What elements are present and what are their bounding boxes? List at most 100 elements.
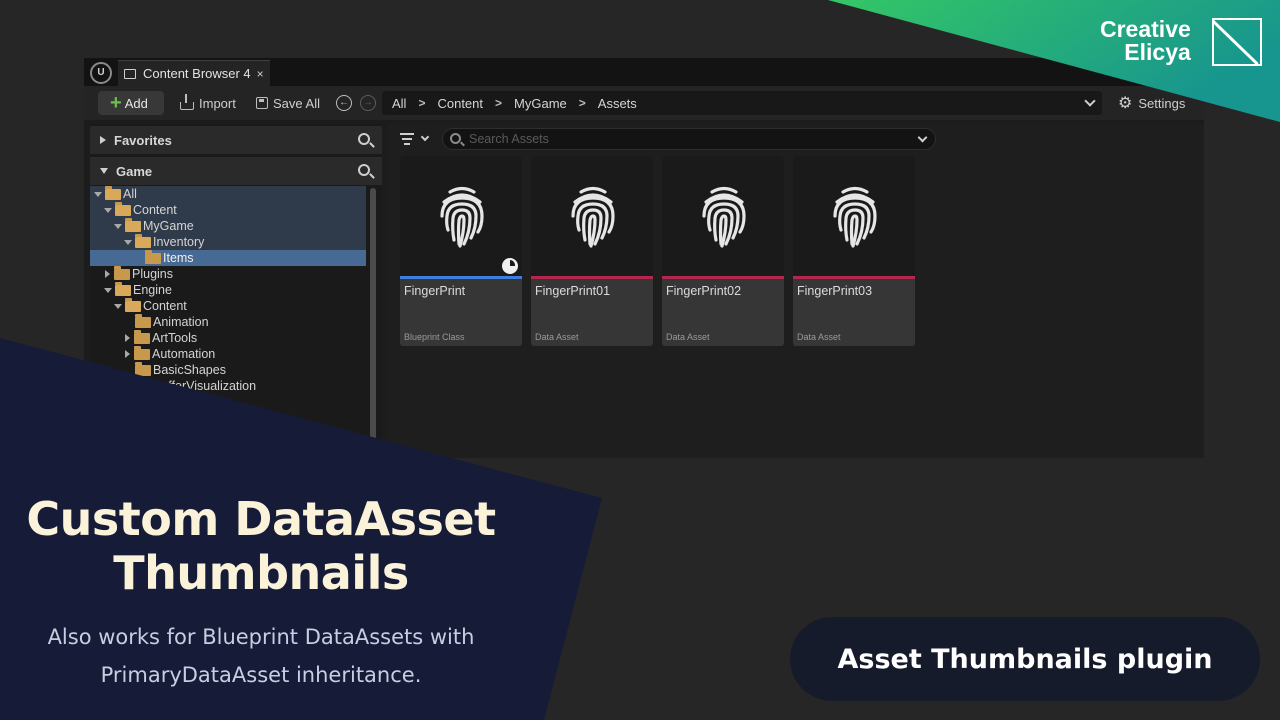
tab-content-browser[interactable]: Content Browser 4 × <box>118 60 270 86</box>
folder-open-icon <box>135 233 151 248</box>
gear-icon: ⚙ <box>1118 95 1133 112</box>
tree-item[interactable]: Automation <box>90 345 366 362</box>
tree-item-label: Inventory <box>153 235 205 249</box>
tree-item[interactable]: BasicShapes <box>90 361 366 378</box>
chevron-down-icon <box>420 132 430 142</box>
asset-card[interactable]: FingerPrint03 Data Asset <box>793 156 915 346</box>
folder-open-icon <box>125 297 141 312</box>
asset-card[interactable]: FingerPrint02 Data Asset <box>662 156 784 346</box>
tree-item-label: BasicShapes <box>153 363 226 377</box>
asset-type: Blueprint Class <box>404 332 465 342</box>
caret-right-icon[interactable] <box>125 350 130 358</box>
tree-item[interactable]: Content <box>90 297 366 314</box>
caret-right-icon[interactable] <box>105 270 110 278</box>
caret-right-icon[interactable] <box>125 334 130 342</box>
folder-icon <box>135 377 151 392</box>
tree-item[interactable]: ArtTools <box>90 329 366 346</box>
favorites-header[interactable]: Favorites <box>90 126 382 154</box>
caret-down-icon[interactable] <box>124 239 132 245</box>
settings-label: Settings <box>1138 95 1186 111</box>
asset-name: FingerPrint03 <box>797 284 873 298</box>
filter-icon <box>400 133 414 135</box>
brand-mark-icon <box>1212 18 1262 66</box>
tree-item-label: All <box>123 187 137 201</box>
filter-icon <box>404 143 410 145</box>
brand-line-1: Creative <box>1100 16 1191 42</box>
tree-item[interactable]: Items <box>90 249 366 266</box>
search-input[interactable] <box>469 132 889 146</box>
game-header[interactable]: Game <box>90 157 382 185</box>
folder-icon <box>134 345 150 360</box>
back-arrow-icon[interactable]: ← <box>336 95 352 111</box>
tree-item-label: Engine <box>133 283 172 297</box>
tree-item[interactable]: BufferVisualization <box>90 377 366 394</box>
tree-item-label: Plugins <box>132 267 173 281</box>
fingerprint-icon <box>440 186 484 248</box>
fingerprint-icon <box>702 186 746 248</box>
save-all-button[interactable]: Save All <box>256 91 320 115</box>
caret-down-icon[interactable] <box>104 287 112 293</box>
tree-item[interactable]: Content <box>90 201 366 218</box>
close-tab-icon[interactable]: × <box>257 67 264 81</box>
folder-open-icon <box>125 217 141 232</box>
promo-title: Custom DataAsset Thumbnails <box>6 492 516 600</box>
expand-icon <box>100 136 106 144</box>
favorites-label: Favorites <box>114 132 172 148</box>
caret-down-icon[interactable] <box>114 223 122 229</box>
import-icon <box>180 94 194 110</box>
caret-down-icon[interactable] <box>114 303 122 309</box>
pie-icon[interactable] <box>502 258 518 274</box>
breadcrumb-all[interactable]: All <box>392 96 406 111</box>
tree-item[interactable]: Plugins <box>90 265 366 282</box>
chevron-down-icon[interactable] <box>917 132 928 143</box>
unreal-logo-icon[interactable]: U <box>90 62 112 84</box>
search-icon <box>450 133 461 144</box>
asset-card[interactable]: FingerPrint Blueprint Class <box>400 156 522 346</box>
tree-item[interactable]: Animation <box>90 313 366 330</box>
folder-tree: All Content MyGame Inventory Items Plugins Eng… <box>90 185 366 458</box>
folder-icon <box>145 249 161 264</box>
breadcrumb-assets[interactable]: Assets <box>598 96 637 111</box>
sources-panel: Favorites Game All Content MyGame Inventory… <box>90 124 382 458</box>
folder-open-icon <box>105 185 121 200</box>
promo-sub-line-1: Also works for Blueprint DataAssets with <box>47 625 475 649</box>
content-browser-window: U Content Browser 4 × + Add Import Save … <box>84 58 1204 458</box>
forward-arrow-icon[interactable]: → <box>360 95 376 111</box>
tree-item[interactable]: All <box>90 185 366 202</box>
add-button[interactable]: + Add <box>98 91 164 115</box>
asset-thumbnail <box>793 156 915 276</box>
search-icon[interactable] <box>358 133 370 145</box>
folder-open-icon <box>115 281 131 296</box>
folder-icon <box>135 361 151 376</box>
tab-bar: U Content Browser 4 × <box>84 58 1204 86</box>
chevron-down-icon[interactable] <box>1084 95 1096 107</box>
folder-icon <box>134 329 150 344</box>
tree-item-label: Items <box>163 251 194 265</box>
settings-button[interactable]: ⚙ Settings <box>1118 91 1185 115</box>
tree-item[interactable]: Engine <box>90 281 366 298</box>
asset-card[interactable]: FingerPrint01 Data Asset <box>531 156 653 346</box>
breadcrumb-mygame[interactable]: MyGame <box>514 96 567 111</box>
folder-open-icon <box>115 201 131 216</box>
save-icon <box>256 97 268 109</box>
tree-item-label: Animation <box>153 315 209 329</box>
tree-scrollbar[interactable] <box>370 188 376 448</box>
search-icon[interactable] <box>358 164 370 176</box>
add-label: Add <box>124 95 148 111</box>
asset-type-color-bar <box>400 276 522 279</box>
import-button[interactable]: Import <box>180 91 236 115</box>
tab-title: Content Browser 4 <box>143 66 251 81</box>
folder-icon <box>135 313 151 328</box>
caret-down-icon[interactable] <box>104 207 112 213</box>
fingerprint-icon <box>571 186 615 248</box>
tree-item[interactable]: MyGame <box>90 217 366 234</box>
tree-item[interactable]: Inventory <box>90 233 366 250</box>
breadcrumb-content[interactable]: Content <box>437 96 483 111</box>
caret-down-icon[interactable] <box>94 191 102 197</box>
breadcrumb-separator: > <box>578 96 586 110</box>
filter-button[interactable] <box>400 130 434 148</box>
search-assets-box <box>442 128 936 150</box>
import-label: Import <box>199 95 236 111</box>
promo-subtitle: Also works for Blueprint DataAssets with… <box>6 618 516 694</box>
tree-item-label: Content <box>133 203 177 217</box>
